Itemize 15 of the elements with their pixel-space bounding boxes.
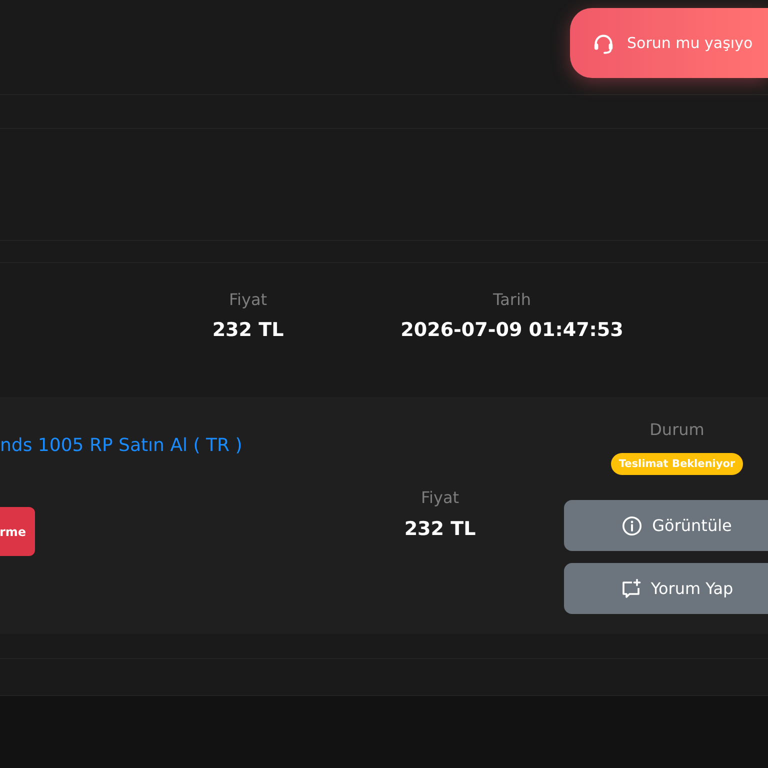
comment-button[interactable]: Yorum Yap: [564, 563, 768, 614]
help-button[interactable]: Sorun mu yaşıyo: [570, 8, 768, 78]
price-value: 232 TL: [212, 318, 284, 343]
date-label: Tarih: [492, 289, 532, 311]
action-button[interactable]: rme: [0, 507, 35, 556]
product-title-link[interactable]: nds 1005 RP Satın Al ( TR ): [0, 434, 242, 458]
date-value: 2026-07-09 01:47:53: [400, 318, 624, 343]
price-label: Fiyat: [420, 487, 460, 509]
price-label: Fiyat: [228, 289, 268, 311]
comment-add-icon: [620, 578, 641, 598]
info-icon: [622, 516, 642, 536]
price-value: 232 TL: [404, 517, 476, 542]
status-label: Durum: [650, 419, 704, 441]
view-button[interactable]: Görüntüle: [564, 500, 768, 551]
status-badge: Teslimat Bekleniyor: [610, 453, 744, 475]
